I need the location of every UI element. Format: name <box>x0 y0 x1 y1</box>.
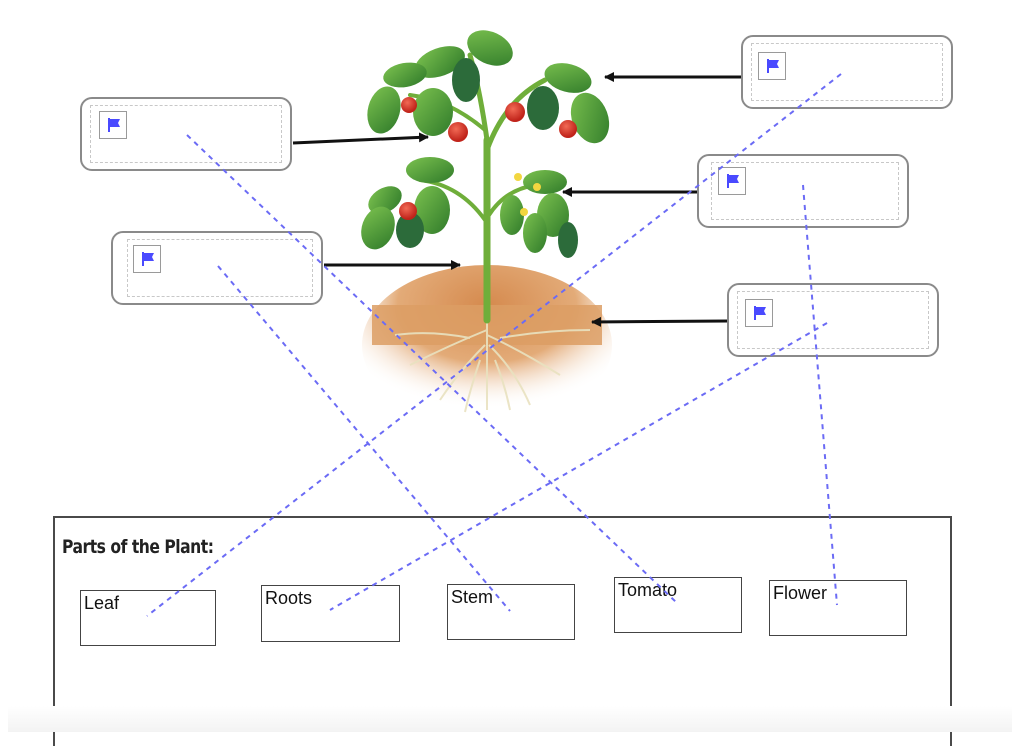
arrow-to-tomato <box>292 132 429 145</box>
flag-icon-button[interactable] <box>745 299 773 327</box>
flag-icon-button[interactable] <box>133 245 161 273</box>
drop-zone-right-1[interactable] <box>741 35 953 109</box>
drop-zone-left-1[interactable] <box>80 97 292 171</box>
flag-icon-button[interactable] <box>758 52 786 80</box>
flag-icon <box>142 252 154 266</box>
flag-icon <box>727 174 739 188</box>
drop-zone-right-3[interactable] <box>727 283 939 357</box>
label-card-tomato[interactable]: Tomato <box>614 577 742 633</box>
arrow-to-roots <box>591 316 729 327</box>
label-card-roots[interactable]: Roots <box>261 585 400 642</box>
drop-zone-left-2[interactable] <box>111 231 323 305</box>
flag-icon <box>754 306 766 320</box>
flag-icon <box>108 118 120 132</box>
word-bank-title: Parts of the Plant: <box>62 536 214 558</box>
flag-icon-button[interactable] <box>718 167 746 195</box>
label-card-flower[interactable]: Flower <box>769 580 907 636</box>
label-card-leaf[interactable]: Leaf <box>80 590 216 646</box>
flag-icon-button[interactable] <box>99 111 127 139</box>
drop-zone-right-2[interactable] <box>697 154 909 228</box>
label-card-stem[interactable]: Stem <box>447 584 575 640</box>
bottom-scroll-shadow <box>8 706 1012 732</box>
flag-icon <box>767 59 779 73</box>
worksheet-canvas: Parts of the Plant: Leaf Roots Stem Toma… <box>0 0 1024 753</box>
